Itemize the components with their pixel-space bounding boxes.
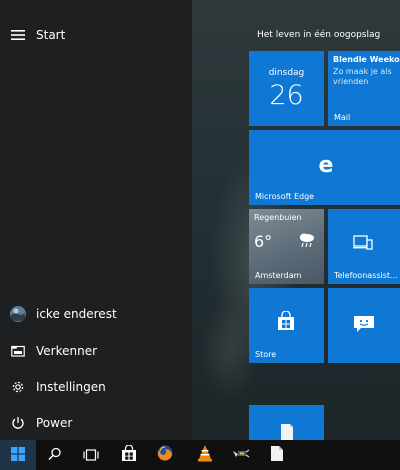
calendar-tile[interactable]: dinsdag 26 bbox=[249, 51, 324, 126]
user-avatar-icon bbox=[9, 305, 27, 323]
power-icon bbox=[9, 414, 27, 432]
tile-group-title: Het leven in één oogopslag bbox=[257, 30, 381, 40]
mail-label: Mail bbox=[334, 113, 351, 122]
calendar-day: dinsdag bbox=[268, 68, 305, 78]
weather-tile[interactable]: Regenbuien 6° Amsterdam bbox=[249, 209, 324, 284]
app-icon bbox=[232, 446, 250, 465]
edge-logo-icon: e bbox=[314, 152, 338, 178]
search-button[interactable] bbox=[40, 440, 70, 470]
settings-button[interactable]: Instellingen bbox=[0, 369, 192, 405]
search-icon bbox=[48, 446, 62, 465]
start-menu-screen: Start icke enderest Verkenner Instelling… bbox=[0, 0, 400, 470]
folder-icon bbox=[9, 342, 27, 360]
store-tile[interactable]: Store bbox=[249, 288, 324, 363]
file-explorer-button[interactable]: Verkenner bbox=[0, 333, 192, 369]
taskbar-file[interactable] bbox=[262, 440, 292, 470]
document-icon bbox=[270, 445, 284, 466]
phone-label: Telefoonassist... bbox=[334, 271, 398, 280]
gear-icon bbox=[9, 378, 27, 396]
store-bag-icon bbox=[277, 310, 295, 331]
phone-companion-tile[interactable]: Telefoonassist... bbox=[328, 209, 400, 284]
feedback-chat-icon bbox=[352, 314, 376, 334]
start-left-pane: Start icke enderest Verkenner Instelling… bbox=[0, 0, 192, 440]
user-account-button[interactable]: icke enderest bbox=[0, 296, 192, 332]
settings-label: Instellingen bbox=[36, 380, 106, 394]
microsoft-edge-tile[interactable]: e Microsoft Edge bbox=[249, 130, 400, 205]
edge-label: Microsoft Edge bbox=[255, 192, 315, 201]
document-icon bbox=[279, 423, 295, 440]
start-label: Start bbox=[36, 28, 66, 42]
power-label: Power bbox=[36, 416, 73, 430]
start-button[interactable] bbox=[0, 440, 36, 470]
mail-subject: Blendle Weekover bbox=[333, 55, 400, 64]
explorer-label: Verkenner bbox=[36, 344, 98, 358]
document-tile[interactable] bbox=[249, 405, 324, 440]
taskbar bbox=[0, 440, 400, 470]
vlc-cone-icon bbox=[197, 444, 213, 466]
weather-temperature: 6° bbox=[254, 232, 273, 251]
user-name: icke enderest bbox=[36, 307, 117, 321]
weather-condition: Regenbuien bbox=[254, 213, 302, 222]
taskbar-app[interactable] bbox=[226, 440, 256, 470]
mail-preview: Zo maak je als vrienden bbox=[333, 67, 392, 86]
firefox-icon bbox=[156, 444, 174, 466]
phone-device-icon bbox=[353, 235, 373, 251]
task-view-button[interactable] bbox=[76, 440, 106, 470]
windows-logo-icon bbox=[11, 446, 25, 465]
calendar-date: 26 bbox=[269, 80, 304, 111]
weather-city: Amsterdam bbox=[255, 271, 302, 280]
taskbar-firefox[interactable] bbox=[150, 440, 180, 470]
svg-text:e: e bbox=[319, 153, 334, 176]
taskbar-store[interactable] bbox=[114, 440, 144, 470]
rain-cloud-icon bbox=[297, 231, 317, 251]
feedback-tile[interactable] bbox=[328, 288, 400, 363]
start-menu-toggle[interactable]: Start bbox=[0, 17, 192, 53]
store-bag-icon bbox=[121, 443, 137, 466]
store-label: Store bbox=[255, 350, 277, 359]
taskbar-vlc[interactable] bbox=[190, 440, 220, 470]
hamburger-menu-icon bbox=[9, 26, 27, 44]
power-button[interactable]: Power bbox=[0, 405, 192, 441]
task-view-icon bbox=[83, 446, 99, 465]
mail-tile[interactable]: Blendle Weekover Zo maak je als vrienden… bbox=[328, 51, 400, 126]
